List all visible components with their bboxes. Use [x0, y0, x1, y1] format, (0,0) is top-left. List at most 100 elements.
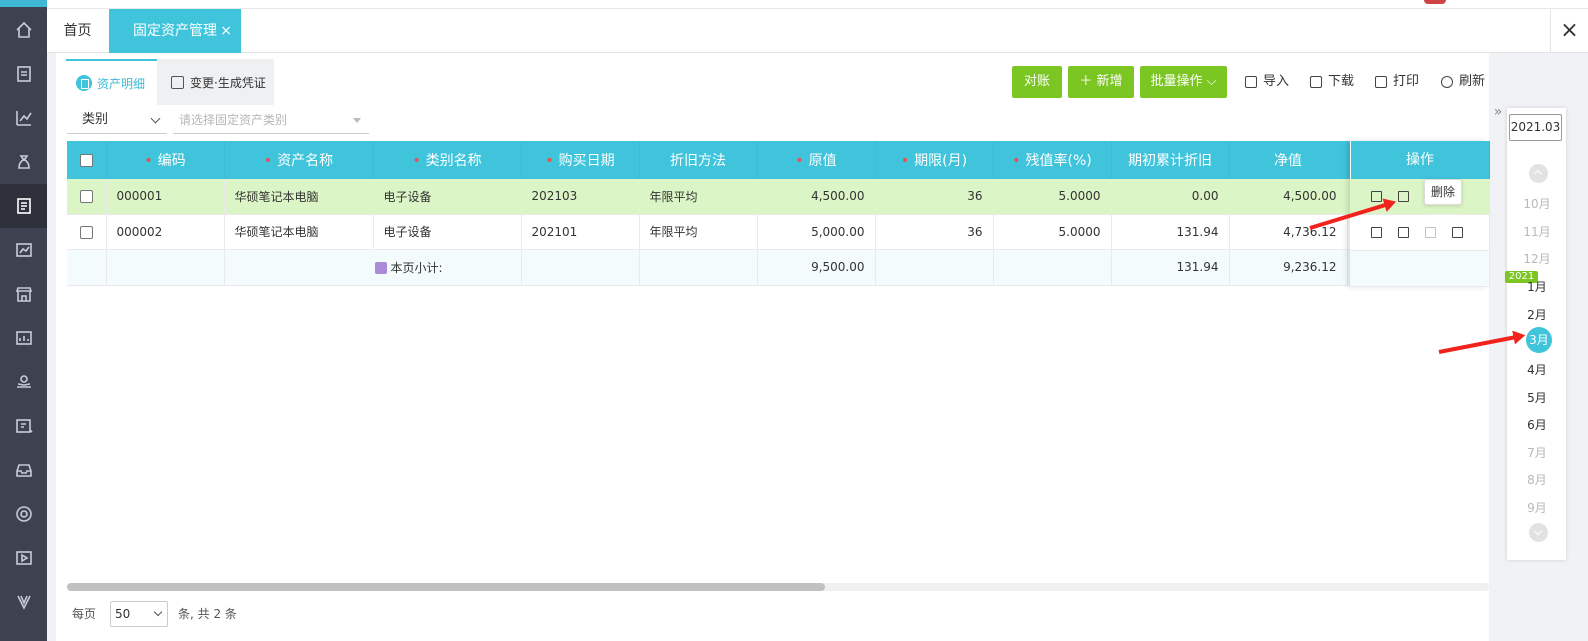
header-method[interactable]: 折旧方法: [639, 141, 758, 179]
reconcile-button[interactable]: 对账: [1012, 66, 1062, 98]
month-item-current[interactable]: 3月: [1526, 327, 1552, 353]
subtab-change-voucher[interactable]: 变更·生成凭证: [157, 59, 274, 105]
pagination: 每页 50 条, 共 2 条: [72, 600, 237, 627]
table-row[interactable]: 000001 华硕笔记本电脑 电子设备 202103 年限平均 4,500.00…: [67, 179, 1490, 215]
header-original[interactable]: • 原值: [757, 141, 876, 179]
header-net[interactable]: 净值: [1229, 141, 1348, 179]
dashboard-icon[interactable]: [0, 316, 47, 360]
subtab-change-voucher-label: 变更·生成凭证: [190, 75, 266, 90]
tab-fixed-assets[interactable]: 固定资产管理 ×: [109, 9, 241, 53]
row-select-cell: [67, 214, 107, 250]
print-button[interactable]: 打印: [1375, 66, 1419, 98]
report-icon[interactable]: [0, 228, 47, 272]
download-button[interactable]: 下载: [1310, 66, 1354, 98]
cell-category: 电子设备: [373, 179, 522, 215]
month-item[interactable]: 6月: [1508, 416, 1566, 433]
voucher-icon: [171, 75, 184, 89]
header-name[interactable]: • 资产名称: [224, 141, 374, 179]
table-row[interactable]: 000002 华硕笔记本电脑 电子设备 202101 年限平均 5,000.00…: [67, 214, 1490, 250]
home-icon[interactable]: [0, 8, 47, 52]
category-filter-select[interactable]: 类别: [67, 106, 167, 134]
cell-term: 36: [875, 214, 994, 250]
download-icon: [1310, 76, 1322, 88]
month-item[interactable]: 9月: [1508, 499, 1566, 516]
cell-category: 电子设备: [373, 214, 522, 250]
refresh-button[interactable]: 刷新: [1441, 66, 1485, 98]
select-all-checkbox[interactable]: [79, 153, 93, 167]
month-item[interactable]: 8月: [1508, 471, 1566, 488]
cell-residual: 5.0000: [993, 179, 1112, 215]
row-checkbox[interactable]: [79, 190, 93, 204]
invoice-icon[interactable]: [0, 52, 47, 96]
row-checkbox[interactable]: [79, 225, 93, 239]
tab-fixed-assets-label: 固定资产管理: [133, 23, 217, 39]
dispose-icon[interactable]: [1452, 227, 1463, 238]
month-item[interactable]: 11月: [1508, 223, 1566, 240]
trash-icon[interactable]: [1398, 227, 1409, 238]
operations-column: 操作: [1350, 141, 1489, 287]
header-accum[interactable]: 期初累计折旧: [1111, 141, 1230, 179]
month-item[interactable]: 5月: [1508, 389, 1566, 406]
cell-original: 5,000.00: [757, 214, 876, 250]
copy-icon[interactable]: [1425, 227, 1436, 238]
batch-operation-label: 批量操作: [1150, 74, 1203, 89]
subtotal-label: 本页小计:: [390, 260, 443, 275]
tab-close-icon[interactable]: ×: [220, 9, 232, 53]
page-size-select[interactable]: 50: [110, 600, 169, 627]
scroll-down-icon[interactable]: [1529, 523, 1548, 542]
user-avatar[interactable]: [1424, 0, 1446, 4]
horizontal-scrollbar[interactable]: [67, 583, 1489, 591]
cell-accum: 0.00: [1111, 179, 1230, 215]
month-item[interactable]: 2月: [1508, 306, 1566, 323]
subtab-asset-detail-label: 资产明细: [97, 76, 146, 91]
import-icon: [1245, 76, 1257, 88]
month-item[interactable]: 10月: [1508, 195, 1566, 212]
batch-operation-button[interactable]: 批量操作 ⌵: [1140, 66, 1227, 98]
money-bag-icon[interactable]: [0, 140, 47, 184]
hand-coin-icon[interactable]: [0, 360, 47, 404]
month-item[interactable]: 12月: [1508, 250, 1566, 267]
select-all-cell: [67, 141, 107, 179]
store-icon[interactable]: [0, 272, 47, 316]
add-button[interactable]: ＋ 新增: [1068, 66, 1134, 98]
collapse-panel-icon[interactable]: »: [1489, 104, 1507, 134]
header-date[interactable]: • 购买日期: [521, 141, 640, 179]
voucher-icon[interactable]: [0, 404, 47, 448]
category-filter-value: 类别: [82, 112, 109, 127]
inbox-icon[interactable]: [0, 448, 47, 492]
month-item[interactable]: 4月: [1508, 361, 1566, 378]
window-close-button[interactable]: ×: [1550, 9, 1588, 53]
video-icon[interactable]: [0, 536, 47, 580]
cell-accum: 131.94: [1111, 214, 1230, 250]
trash-icon[interactable]: [1398, 191, 1409, 202]
tab-home[interactable]: 首页: [47, 9, 108, 53]
table-header: • 编码 • 资产名称 • 类别名称 • 购买日期 折旧方法 • 原值 • 期限(月) • 残…: [67, 141, 1490, 179]
edit-icon[interactable]: [1371, 191, 1382, 202]
printer-icon: [1375, 76, 1387, 88]
header-code[interactable]: • 编码: [106, 141, 225, 179]
month-item[interactable]: 7月: [1508, 444, 1566, 461]
category-input[interactable]: 请选择固定资产类别: [173, 106, 369, 134]
category-placeholder: 请选择固定资产类别: [179, 113, 288, 127]
chart-icon[interactable]: [0, 96, 47, 140]
left-sidebar: [0, 0, 47, 641]
period-input[interactable]: 2021.03: [1509, 114, 1562, 141]
v-logo-icon[interactable]: [0, 580, 47, 624]
row-actions-subtotal: [1350, 251, 1489, 287]
subtab-asset-detail[interactable]: 资产明细: [66, 59, 157, 105]
import-button[interactable]: 导入: [1245, 66, 1289, 98]
month-item[interactable]: 1月: [1508, 278, 1566, 295]
settings-icon[interactable]: [0, 492, 47, 536]
edit-icon[interactable]: [1371, 227, 1382, 238]
header-category[interactable]: • 类别名称: [373, 141, 522, 179]
chevron-down-icon: ⌵: [1206, 74, 1217, 89]
total-summary: 条, 共 2 条: [178, 607, 237, 621]
print-label: 打印: [1393, 74, 1420, 89]
scrollbar-thumb[interactable]: [67, 583, 825, 591]
cell-code: 000001: [106, 179, 225, 215]
header-term[interactable]: • 期限(月): [875, 141, 994, 179]
fixed-assets-icon[interactable]: [0, 184, 47, 228]
filter-bar: 类别 请选择固定资产类别: [67, 106, 369, 134]
header-residual[interactable]: • 残值率(%): [993, 141, 1112, 179]
scroll-up-icon[interactable]: [1529, 164, 1548, 183]
